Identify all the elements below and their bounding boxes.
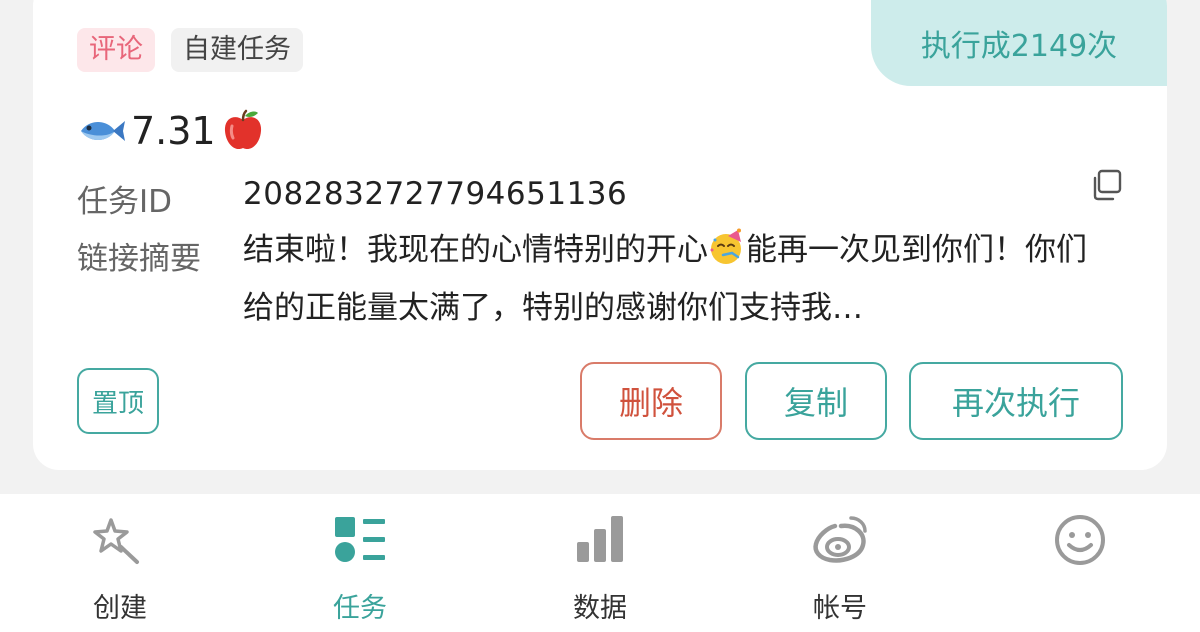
- summary-part-1: 结束啦！我现在的心情特别的开心: [243, 232, 708, 268]
- pin-button[interactable]: 置顶: [77, 368, 159, 434]
- delete-button[interactable]: 删除: [580, 362, 722, 440]
- task-id-label: 任务ID: [77, 184, 173, 220]
- magic-wand-icon: [93, 518, 139, 564]
- tab-data-label: 数据: [573, 593, 627, 624]
- tab-create[interactable]: 创建: [20, 494, 220, 632]
- copy-task-button[interactable]: 复制: [745, 362, 887, 440]
- party-face-icon: [710, 228, 741, 264]
- tag-row: 评论 自建任务: [77, 28, 303, 72]
- comment-tag: 评论: [77, 28, 155, 72]
- tab-tasks-label: 任务: [333, 593, 387, 624]
- summary-label: 链接摘要: [77, 241, 201, 277]
- task-title: 7.31: [77, 108, 266, 154]
- task-list-icon: [335, 517, 385, 562]
- apple-icon: [224, 109, 261, 150]
- summary-text: 结束啦！我现在的心情特别的开心 能再一次见到你们！你们给的正能量太满了，特别的感…: [243, 221, 1103, 337]
- tab-account-label: 帐号: [813, 593, 867, 624]
- copy-icon[interactable]: [1089, 168, 1123, 202]
- custom-task-tag: 自建任务: [171, 28, 303, 72]
- bottom-tab-bar: 创建 任务 数据 帐号: [0, 494, 1200, 632]
- task-card: 执行成2149次 评论 自建任务 7.31 任务ID 2082832727794…: [33, 0, 1167, 470]
- tab-data[interactable]: 数据: [500, 494, 700, 632]
- bar-chart-icon: [577, 516, 623, 562]
- weibo-icon: [813, 516, 867, 563]
- task-id-value: 2082832727794651136: [243, 176, 628, 212]
- tab-account[interactable]: 帐号: [740, 494, 940, 632]
- fish-icon: [81, 121, 125, 141]
- tab-tasks[interactable]: 任务: [260, 494, 460, 632]
- execution-count-badge: 执行成2149次: [871, 0, 1167, 86]
- task-title-text: 7.31: [131, 109, 216, 153]
- smiley-icon: [1055, 515, 1105, 565]
- tab-create-label: 创建: [93, 593, 147, 624]
- rerun-button[interactable]: 再次执行: [909, 362, 1123, 440]
- tab-me[interactable]: [980, 494, 1180, 632]
